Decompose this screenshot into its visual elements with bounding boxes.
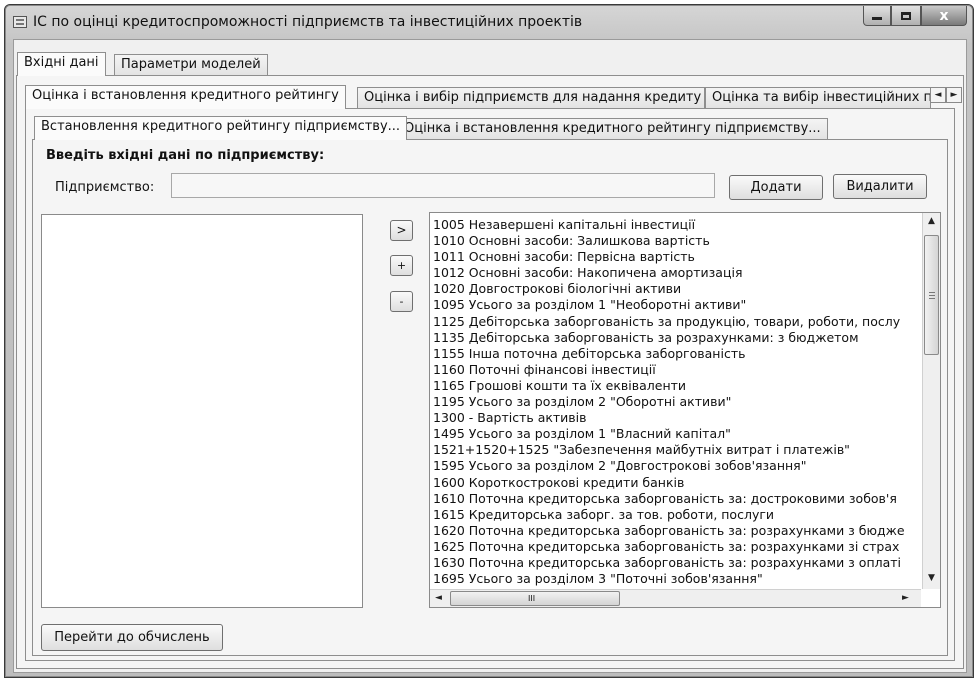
list-item[interactable]: 1010 Основні засоби: Залишкова вартість	[433, 233, 919, 249]
scroll-left-icon[interactable]: ◄	[435, 593, 442, 603]
list-item[interactable]: 1495 Усього за розділом 1 "Власний капіт…	[433, 426, 919, 442]
title-bar[interactable]: ІС по оцінці кредитоспроможності підприє…	[5, 5, 973, 39]
credit-rating-panel: Встановлення кредитного рейтингу підприє…	[25, 108, 955, 661]
horizontal-scrollbar[interactable]: ◄ III ►	[430, 589, 921, 607]
list-item[interactable]: 1610 Поточна кредиторська заборгованість…	[433, 491, 919, 507]
tab-investment-selection[interactable]: Оцінка та вибір інвестиційних п	[705, 87, 931, 109]
vertical-scroll-thumb[interactable]	[924, 235, 939, 355]
maximize-button[interactable]	[891, 6, 921, 26]
tab-scroll-left-button[interactable]: ◄	[930, 87, 946, 103]
window-controls: x	[863, 6, 967, 26]
tab-input-data[interactable]: Вхідні дані	[17, 52, 106, 76]
app-icon	[13, 16, 27, 28]
list-item[interactable]: 1600 Короткострокові кредити банків	[433, 475, 919, 491]
list-item[interactable]: 1095 Усього за розділом 1 "Необоротні ак…	[433, 297, 919, 313]
form-heading: Введіть вхідні дані по підприємству:	[46, 148, 325, 163]
add-item-button[interactable]: +	[390, 255, 413, 276]
tab-model-parameters[interactable]: Параметри моделей	[114, 54, 268, 76]
list-item[interactable]: 1630 Поточна кредиторська заборгованість…	[433, 555, 919, 571]
thumb-grip-icon: III	[528, 594, 536, 603]
selected-indicators-list[interactable]	[41, 214, 363, 608]
close-button[interactable]: x	[921, 6, 967, 26]
delete-button[interactable]: Видалити	[833, 174, 927, 199]
list-item[interactable]: 1300 - Вартість активів	[433, 410, 919, 426]
client-area: Вхідні дані Параметри моделей Оцінка і в…	[13, 39, 967, 673]
horizontal-scroll-thumb[interactable]: III	[450, 591, 620, 606]
input-data-panel: Оцінка і встановлення кредитного рейтинг…	[16, 75, 964, 669]
tab-scroll-arrows: ◄ ►	[930, 87, 962, 103]
thumb-grip-icon	[929, 295, 935, 296]
list-item[interactable]: 1165 Грошові кошти та їх еквіваленти	[433, 378, 919, 394]
move-right-button[interactable]: >	[390, 220, 413, 241]
enterprise-label: Підприємство:	[55, 180, 155, 195]
minimize-button[interactable]	[863, 6, 891, 26]
available-indicators-list[interactable]: 1005 Незавершені капітальні інвестиції 10…	[429, 212, 941, 608]
list-item[interactable]: 1125 Дебіторська заборгованість за проду…	[433, 314, 919, 330]
list-item[interactable]: 1620 Поточна кредиторська заборгованість…	[433, 523, 919, 539]
tab-set-credit-rating[interactable]: Встановлення кредитного рейтингу підприє…	[34, 116, 408, 140]
list-item[interactable]: 1011 Основні засоби: Первісна вартість	[433, 249, 919, 265]
tab-credit-rating[interactable]: Оцінка і встановлення кредитного рейтинг…	[25, 85, 346, 109]
tab-scroll-right-button[interactable]: ►	[946, 87, 962, 103]
tab-evaluate-credit-rating[interactable]: Оцінка і встановлення кредитного рейтинг…	[397, 118, 828, 140]
list-item[interactable]: 1020 Довгострокові біологічні активи	[433, 281, 919, 297]
window-title: ІС по оцінці кредитоспроможності підприє…	[33, 14, 583, 30]
list-item[interactable]: 1595 Усього за розділом 2 "Довгострокові…	[433, 458, 919, 474]
compute-button[interactable]: Перейти до обчислень	[41, 624, 223, 651]
indicator-items: 1005 Незавершені капітальні інвестиції 10…	[433, 217, 919, 587]
add-button[interactable]: Додати	[729, 175, 823, 200]
tab-enterprise-selection[interactable]: Оцінка і вибір підприємств для надання к…	[357, 87, 705, 109]
list-item[interactable]: 1160 Поточні фінансові інвестиції	[433, 362, 919, 378]
scroll-down-icon[interactable]: ▼	[928, 573, 935, 583]
app-window: ІС по оцінці кредитоспроможності підприє…	[4, 4, 974, 678]
enterprise-input[interactable]	[171, 173, 715, 198]
list-item[interactable]: 1695 Усього за розділом 3 "Поточні зобов…	[433, 571, 919, 587]
list-item[interactable]: 1012 Основні засоби: Накопичена амортиза…	[433, 265, 919, 281]
list-item[interactable]: 1155 Інша поточна дебіторська заборгован…	[433, 346, 919, 362]
set-rating-panel: Введіть вхідні дані по підприємству: Під…	[32, 139, 948, 656]
list-item[interactable]: 1195 Усього за розділом 2 "Оборотні акти…	[433, 394, 919, 410]
minimize-icon	[872, 17, 882, 20]
scroll-right-icon[interactable]: ►	[902, 593, 909, 603]
close-icon: x	[939, 7, 949, 24]
list-item[interactable]: 1521+1520+1525 "Забезпечення майбутніх в…	[433, 442, 919, 458]
scroll-up-icon[interactable]: ▲	[928, 216, 935, 226]
vertical-scrollbar[interactable]: ▲ ▼	[922, 213, 940, 589]
thumb-grip-icon	[929, 292, 935, 293]
list-item[interactable]: 1135 Дебіторська заборгованість за розра…	[433, 330, 919, 346]
thumb-grip-icon	[929, 298, 935, 299]
list-item[interactable]: 1625 Поточна кредиторська заборгованість…	[433, 539, 919, 555]
remove-item-button[interactable]: -	[390, 291, 413, 312]
maximize-icon	[901, 11, 911, 20]
list-item[interactable]: 1615 Кредиторська заборг. за тов. роботи…	[433, 507, 919, 523]
list-item[interactable]: 1005 Незавершені капітальні інвестиції	[433, 217, 919, 233]
